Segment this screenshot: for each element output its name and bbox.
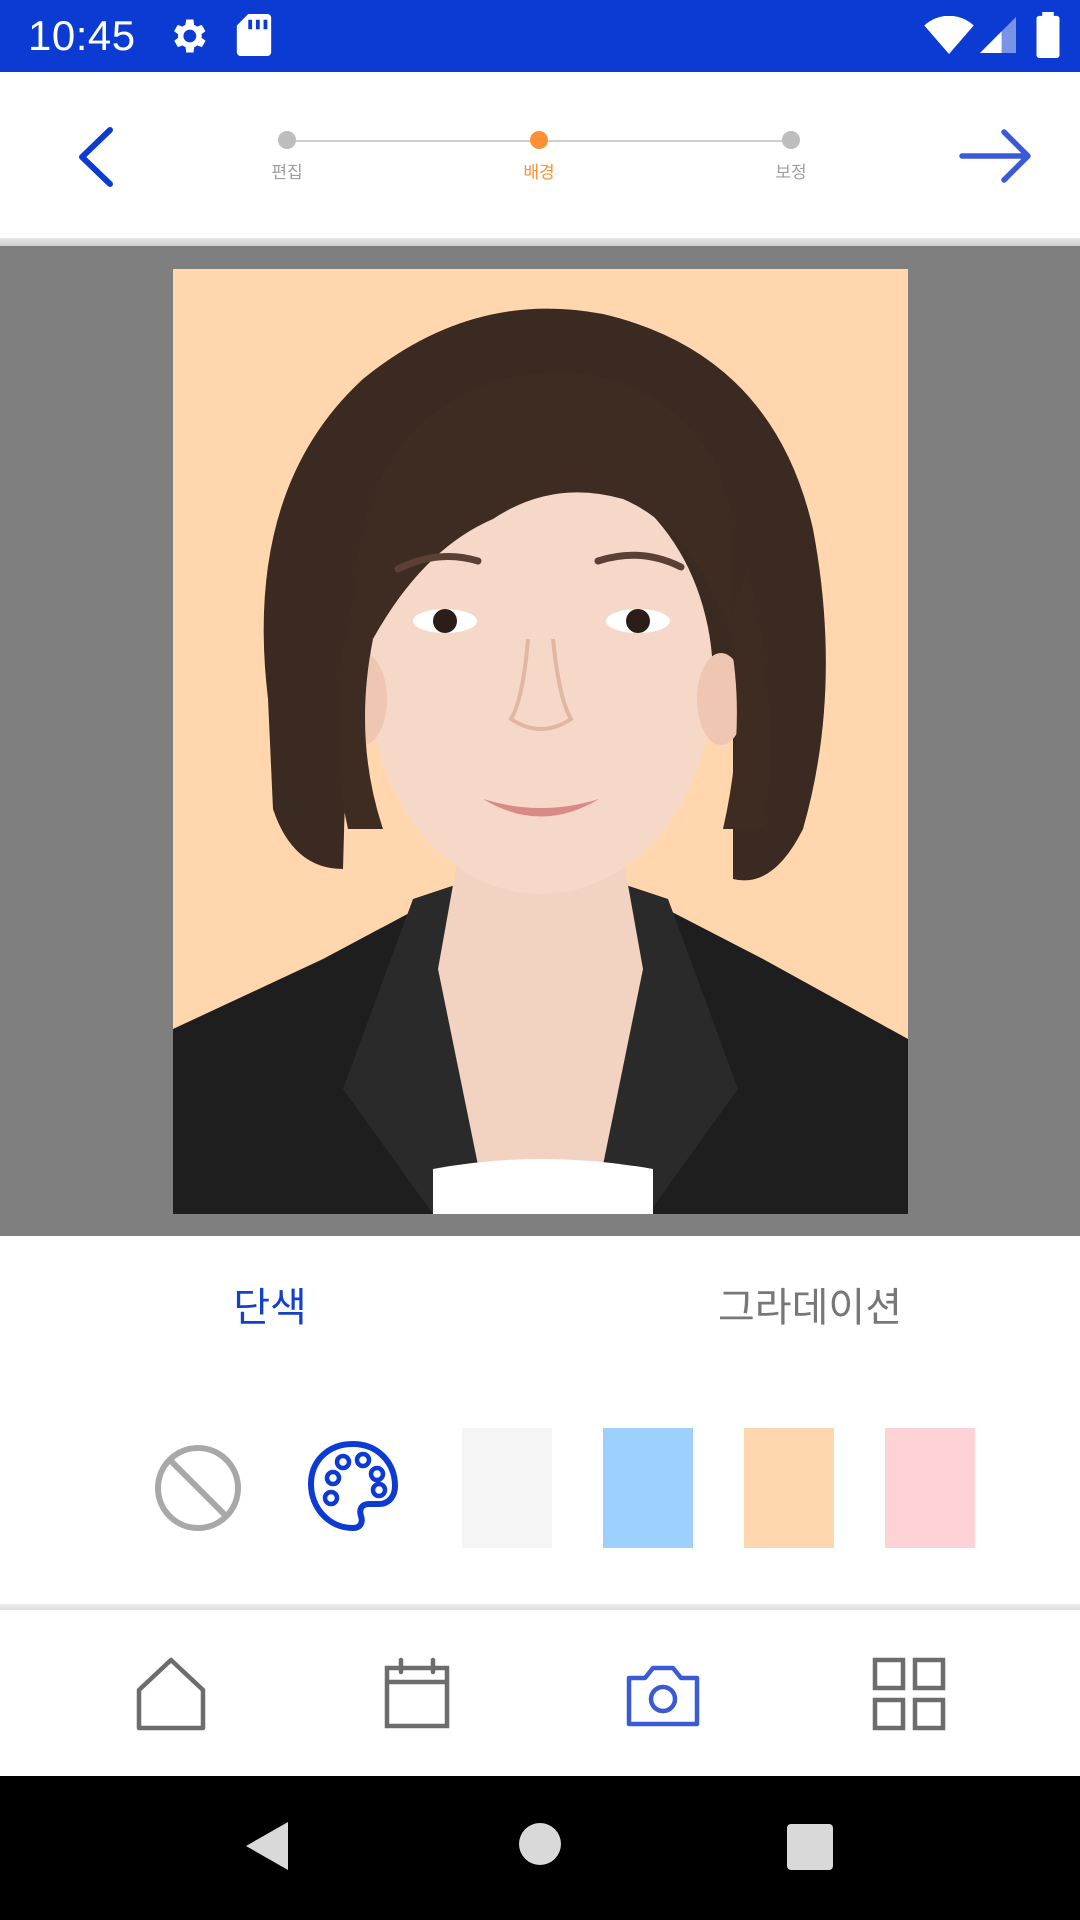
step-dot-active bbox=[530, 131, 548, 149]
background-type-tabs: 단색 그라데이션 bbox=[0, 1236, 1080, 1376]
step-edit[interactable]: 편집 bbox=[227, 72, 347, 183]
swatch-sky-blue[interactable] bbox=[603, 1428, 693, 1548]
battery-icon bbox=[1036, 12, 1060, 58]
bottom-navigation bbox=[0, 1610, 1080, 1776]
grid-icon[interactable] bbox=[869, 1654, 949, 1734]
step-dot bbox=[278, 131, 296, 149]
recents-square-icon[interactable] bbox=[787, 1824, 833, 1870]
swatch-pink[interactable] bbox=[885, 1428, 975, 1548]
id-photo[interactable] bbox=[173, 269, 908, 1214]
back-triangle-icon[interactable] bbox=[244, 1820, 290, 1872]
swatch-white[interactable] bbox=[462, 1428, 552, 1548]
color-swatch-row bbox=[0, 1376, 1080, 1606]
back-chevron-icon[interactable] bbox=[68, 122, 128, 192]
step-dot bbox=[782, 131, 800, 149]
wifi-icon bbox=[924, 16, 974, 54]
step-correction[interactable]: 보정 bbox=[731, 72, 851, 183]
next-arrow-icon[interactable] bbox=[958, 126, 1036, 186]
cellular-signal-icon bbox=[980, 17, 1016, 53]
home-icon[interactable] bbox=[131, 1654, 211, 1734]
step-label-edit: 편집 bbox=[271, 163, 303, 183]
tab-gradient[interactable]: 그라데이션 bbox=[700, 1280, 920, 1336]
app-screen: 10:45 편집 배경 보정 단색 그라데이션 bbox=[0, 0, 1080, 1920]
status-time: 10:45 bbox=[28, 12, 136, 59]
no-background-icon[interactable] bbox=[152, 1442, 244, 1534]
swatch-peach[interactable] bbox=[744, 1428, 834, 1548]
tab-solid-color[interactable]: 단색 bbox=[212, 1280, 328, 1336]
header-divider bbox=[0, 238, 1080, 246]
photo-canvas bbox=[0, 246, 1080, 1236]
sd-card-icon bbox=[236, 14, 272, 56]
camera-icon[interactable] bbox=[623, 1654, 703, 1734]
portrait-illustration bbox=[173, 308, 908, 1214]
step-header: 편집 배경 보정 bbox=[0, 72, 1080, 242]
home-circle-icon[interactable] bbox=[518, 1822, 562, 1866]
system-navigation-bar bbox=[0, 1776, 1080, 1920]
palette-icon[interactable] bbox=[305, 1438, 401, 1534]
calendar-icon[interactable] bbox=[377, 1654, 457, 1734]
settings-icon bbox=[174, 19, 206, 53]
step-label-background: 배경 bbox=[523, 163, 555, 183]
step-label-correction: 보정 bbox=[775, 163, 807, 183]
status-bar: 10:45 bbox=[0, 0, 1080, 72]
step-background[interactable]: 배경 bbox=[479, 72, 599, 183]
